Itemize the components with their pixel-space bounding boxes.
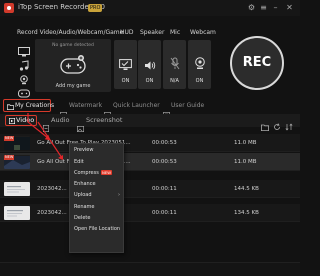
menu-item-preview[interactable]: Preview — [74, 147, 93, 153]
menu-item-edit[interactable]: Edit — [74, 159, 84, 165]
menu-item-open-file-location[interactable]: Open File Location — [74, 226, 120, 232]
menu-item-compress[interactable]: Compress — [74, 170, 99, 176]
annotation-arrows — [27, 113, 63, 160]
menu-item-upload[interactable]: Upload — [74, 192, 92, 198]
menu-item-rename[interactable]: Rename — [74, 204, 95, 210]
menu-item-delete[interactable]: Delete — [74, 215, 90, 221]
submenu-chevron-icon: › — [118, 192, 120, 198]
menu-item-enhance[interactable]: Enhance — [74, 181, 96, 187]
new-badge: NEW — [101, 170, 112, 175]
status-bar — [0, 262, 300, 276]
context-menu: Preview Edit Compress NEW Enhance Upload… — [69, 143, 124, 253]
